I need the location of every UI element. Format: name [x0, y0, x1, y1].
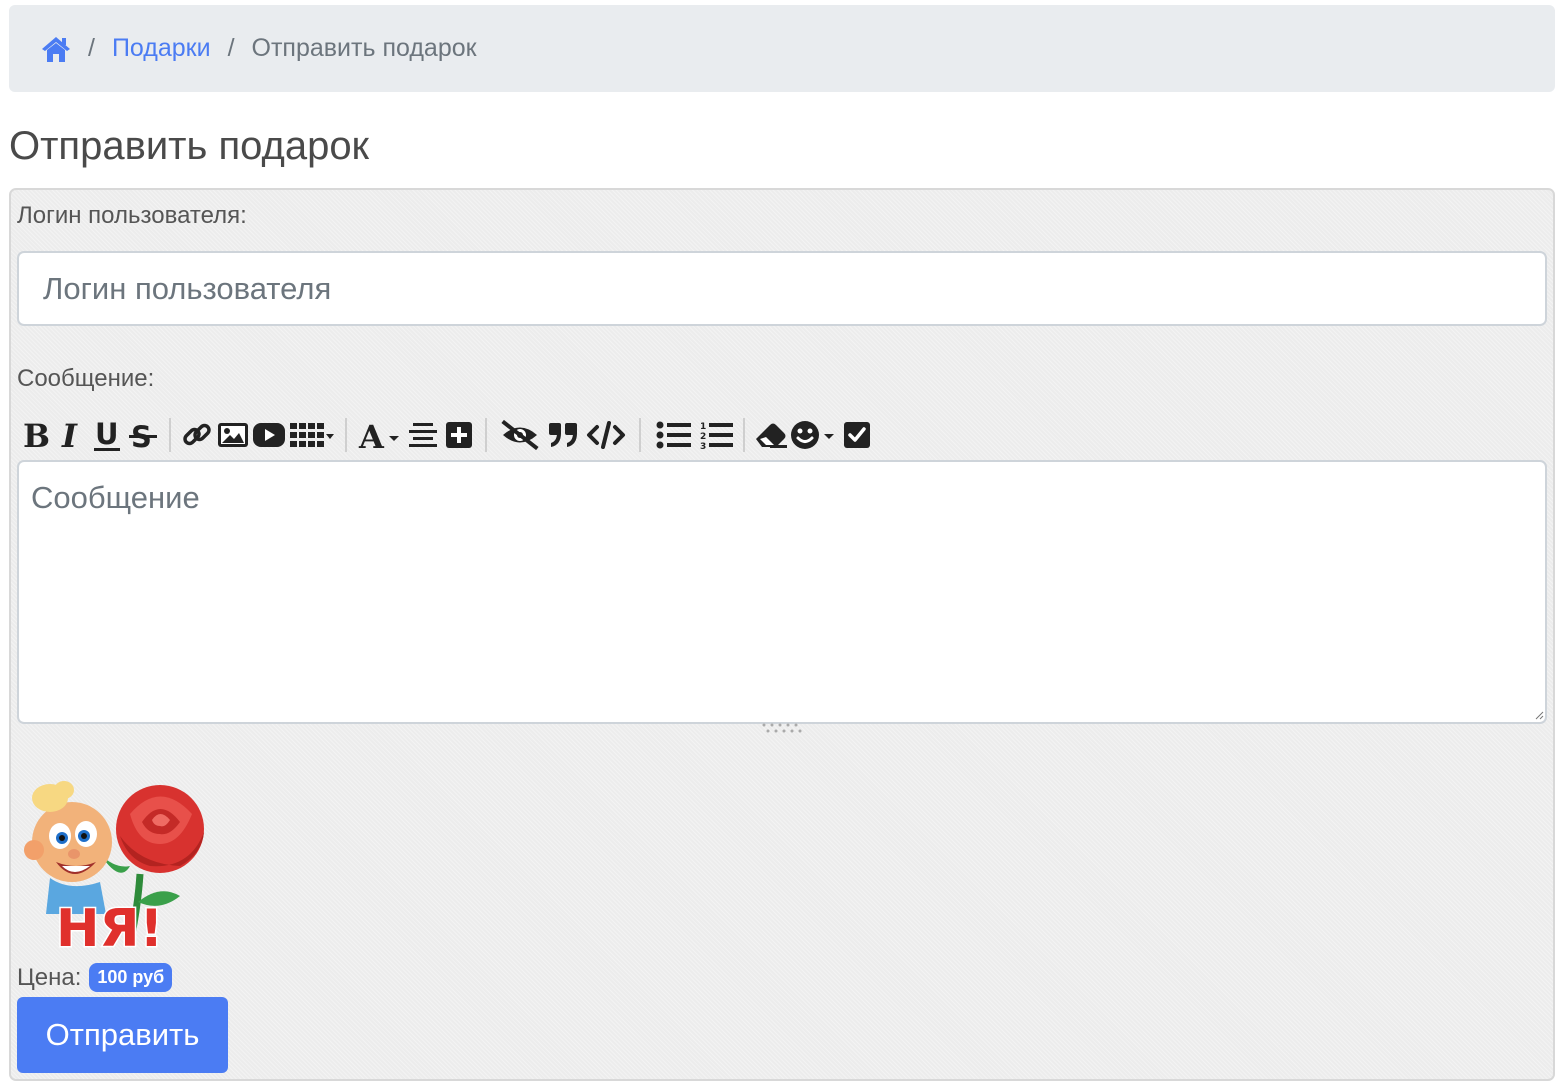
breadcrumb-separator: / [227, 34, 235, 62]
spoiler-plus-icon[interactable] [441, 413, 477, 457]
hide-icon[interactable] [495, 413, 545, 457]
gift-rose-nya-image: НЯ! [24, 781, 204, 952]
toolbar-separator [485, 418, 487, 452]
svg-text:2: 2 [700, 432, 706, 442]
login-label: Логин пользователя: [17, 202, 247, 229]
table-icon[interactable] [287, 413, 337, 457]
gift-caption: НЯ! [56, 899, 163, 952]
bullet-list-icon[interactable] [649, 413, 699, 457]
breadcrumb: / Подарки / Отправить подарок [9, 5, 1555, 92]
price-label: Цена: [17, 963, 82, 991]
price-row: Цена: 100 руб [17, 963, 173, 992]
resize-grip-icon[interactable] [760, 722, 804, 734]
message-textarea[interactable] [17, 460, 1547, 724]
breadcrumb-separator: / [88, 34, 95, 62]
send-button[interactable]: Отправить [17, 997, 228, 1073]
login-input[interactable] [17, 251, 1547, 326]
editor-toolbar: B I U S A 1 2 3 [17, 408, 875, 462]
font-color-icon[interactable]: A [355, 413, 405, 457]
page-title: Отправить подарок [9, 124, 370, 168]
toolbar-separator [639, 418, 641, 452]
svg-text:3: 3 [700, 442, 706, 450]
breadcrumb-current: Отправить подарок [251, 34, 477, 62]
align-center-icon[interactable] [405, 413, 441, 457]
eraser-icon[interactable] [753, 413, 789, 457]
strikethrough-icon[interactable]: S [125, 413, 161, 457]
svg-text:U: U [95, 417, 119, 451]
toolbar-separator [169, 418, 171, 452]
resize-corner-icon[interactable] [1534, 710, 1544, 720]
checkbox-icon[interactable] [839, 413, 875, 457]
svg-text:B: B [23, 418, 50, 452]
svg-text:I: I [61, 418, 78, 452]
bold-icon[interactable]: B [17, 413, 53, 457]
message-label: Сообщение: [17, 365, 155, 392]
link-icon[interactable] [179, 413, 215, 457]
youtube-icon[interactable] [251, 413, 287, 457]
price-badge: 100 руб [89, 963, 173, 992]
smiley-icon[interactable] [789, 413, 839, 457]
image-icon[interactable] [215, 413, 251, 457]
numbered-list-icon[interactable]: 123 [699, 413, 735, 457]
svg-text:A: A [358, 418, 385, 452]
quote-icon[interactable] [545, 413, 581, 457]
home-icon[interactable] [41, 35, 71, 63]
underline-icon[interactable]: U [89, 413, 125, 457]
breadcrumb-link-gifts[interactable]: Подарки [112, 34, 211, 63]
italic-icon[interactable]: I [53, 413, 89, 457]
svg-text:1: 1 [700, 422, 706, 432]
toolbar-separator [345, 418, 347, 452]
code-icon[interactable] [581, 413, 631, 457]
toolbar-separator [743, 418, 745, 452]
